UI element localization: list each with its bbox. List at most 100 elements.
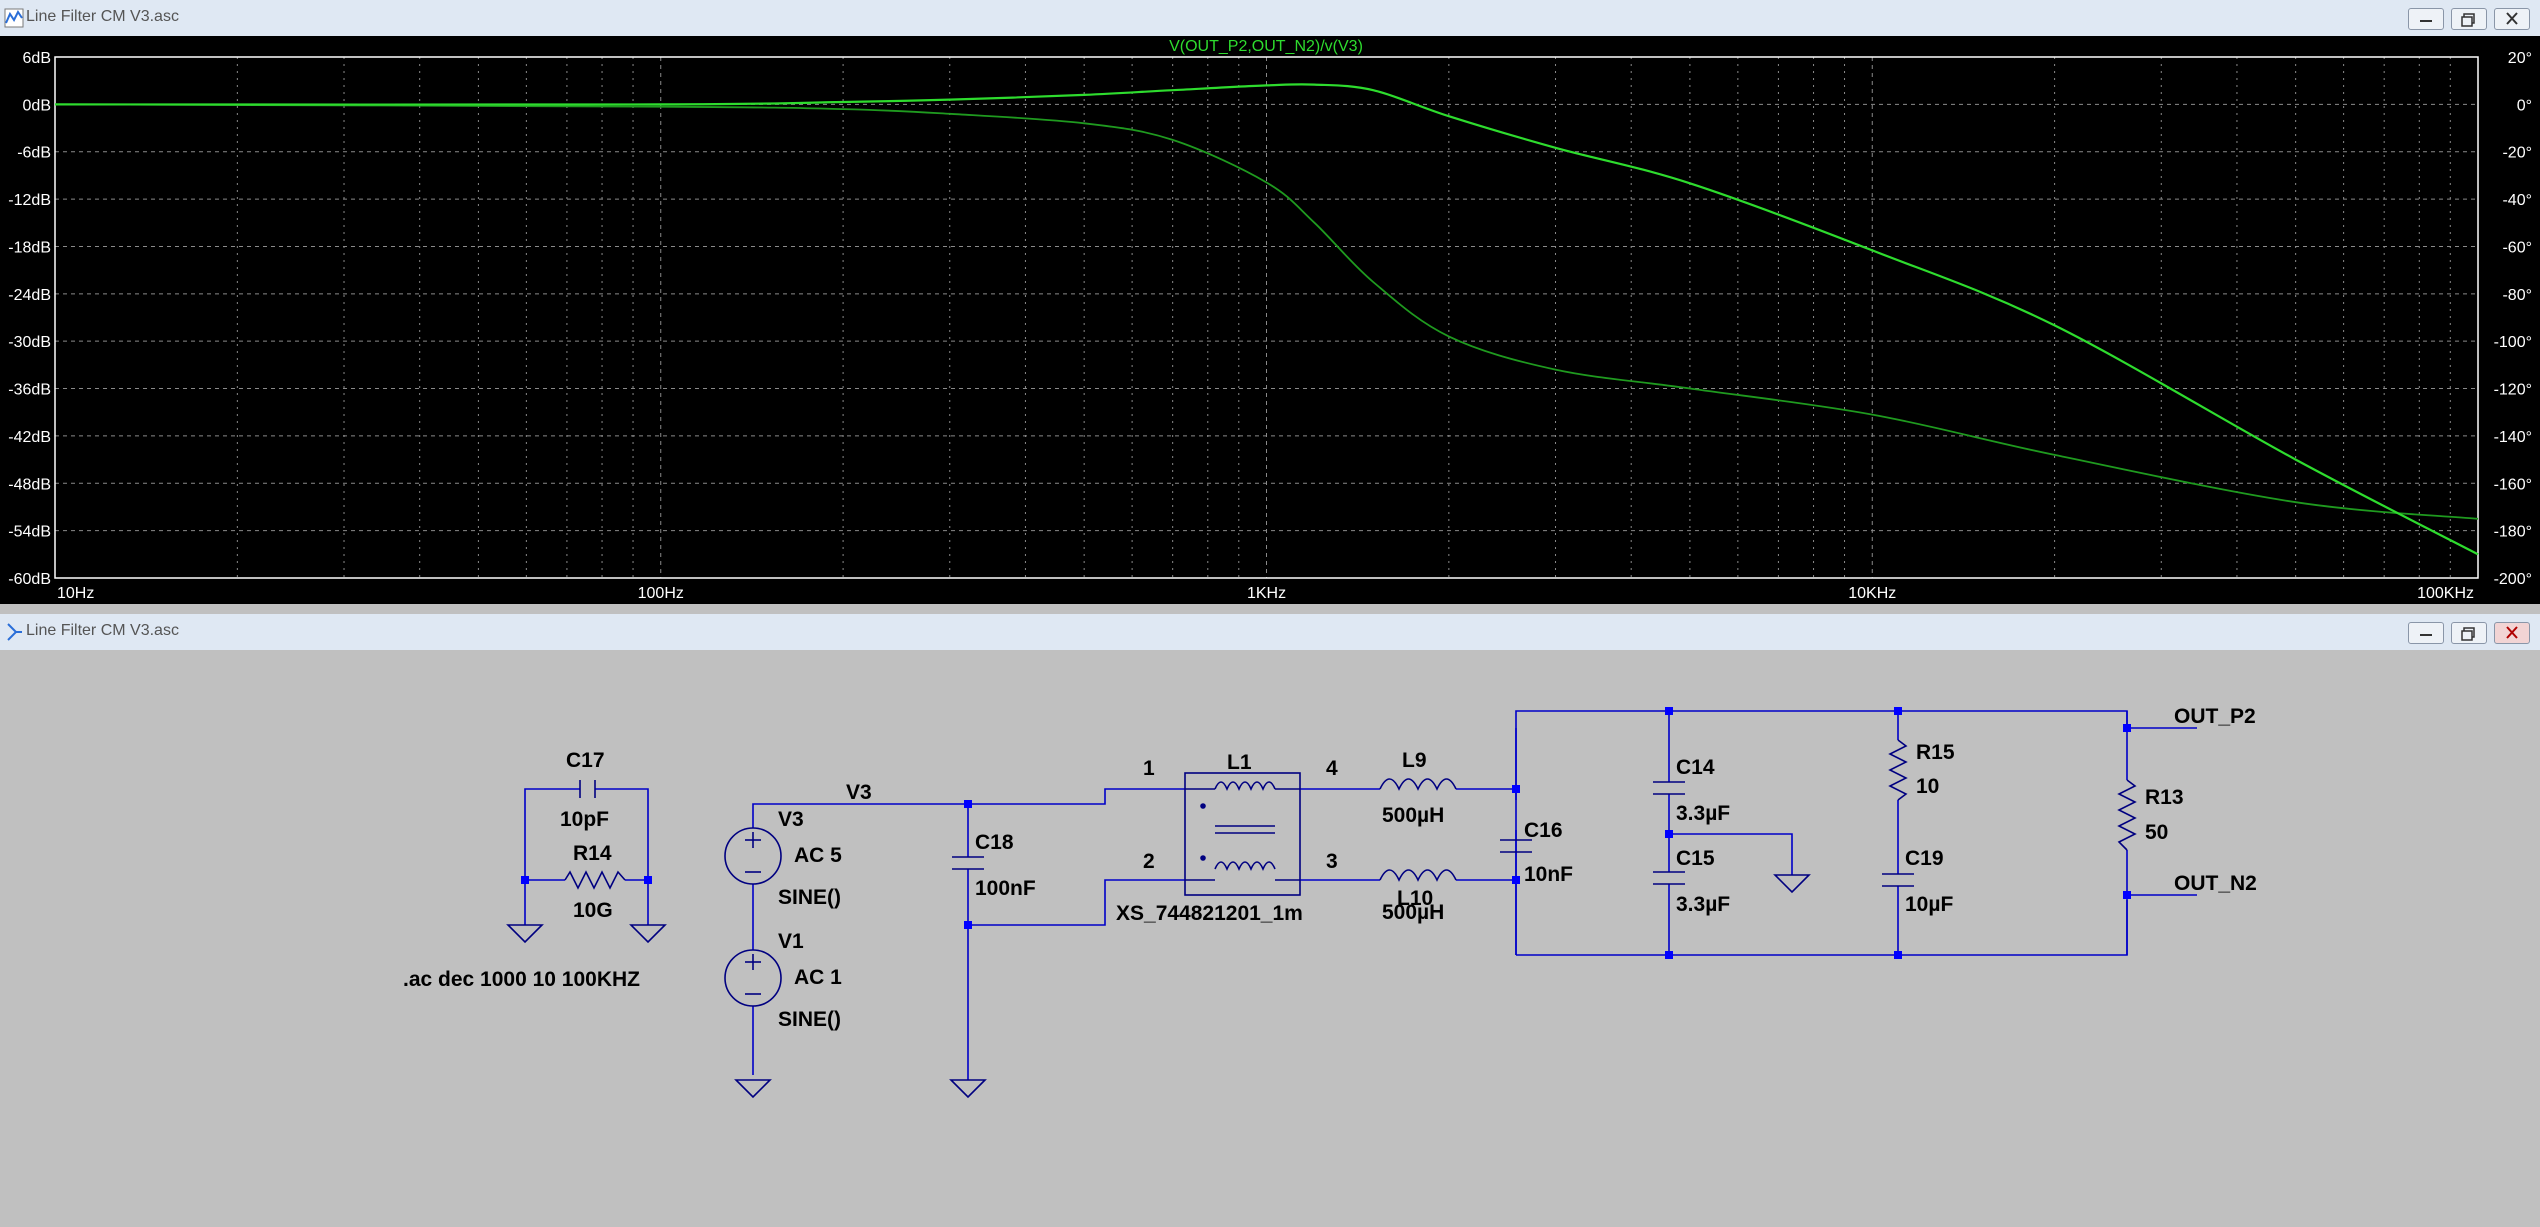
r13-label[interactable]: R13	[2145, 786, 2184, 809]
c18-value[interactable]: 100nF	[975, 877, 1036, 900]
y-left-tick-label: -36dB	[8, 382, 51, 399]
r14-label[interactable]: R14	[573, 842, 612, 865]
y-right-tick-label: -160°	[2494, 476, 2532, 493]
c15-label[interactable]: C15	[1676, 847, 1715, 870]
schematic-window: Line Filter CM V3.asc C17 10pF R14 10G .…	[0, 614, 2540, 1227]
minimize-icon	[2420, 634, 2432, 636]
c19-value[interactable]: 10µF	[1905, 893, 1953, 916]
v1-sine-value[interactable]: SINE()	[778, 1008, 841, 1031]
y-right-tick-label: -140°	[2494, 429, 2532, 446]
c16-value[interactable]: 10nF	[1524, 863, 1573, 886]
minimize-icon	[2420, 20, 2432, 22]
x-tick-label: 100KHz	[2417, 585, 2474, 602]
c14-value[interactable]: 3.3µF	[1676, 802, 1730, 825]
voltage-source-v1[interactable]	[724, 949, 782, 1007]
close-icon	[2506, 12, 2518, 25]
schematic-canvas[interactable]: C17 10pF R14 10G .ac dec 1000 10 100KHZ …	[0, 650, 2540, 1220]
y-left-tick-label: -60dB	[8, 571, 51, 588]
v3-label[interactable]: V3	[778, 808, 804, 831]
v3-ac-value[interactable]: AC 5	[794, 844, 842, 867]
resistor-r13[interactable]	[2117, 779, 2137, 851]
l9-label[interactable]: L9	[1402, 749, 1427, 772]
common-mode-choke-l1[interactable]	[1184, 772, 1301, 896]
c15-value[interactable]: 3.3µF	[1676, 893, 1730, 916]
capacitor-c15[interactable]	[1653, 871, 1685, 885]
v3-sine-value[interactable]: SINE()	[778, 886, 841, 909]
resistor-r15[interactable]	[1888, 739, 1908, 801]
x-tick-label: 10Hz	[57, 585, 94, 602]
inductor-l10[interactable]	[1379, 869, 1457, 882]
components	[506, 739, 2137, 1099]
y-left-tick-labels: 6dB 0dB -6dB -12dB -18dB -24dB -30dB -36dB -42dB…	[8, 50, 51, 588]
capacitor-c14[interactable]	[1653, 781, 1685, 795]
capacitor-c18[interactable]	[952, 856, 984, 870]
l9-value[interactable]: 500µH	[1382, 804, 1444, 827]
ac-directive[interactable]: .ac dec 1000 10 100KHZ	[403, 968, 640, 991]
c18-label[interactable]: C18	[975, 831, 1014, 854]
l1-label[interactable]: L1	[1227, 751, 1252, 774]
y-right-tick-label: -200°	[2494, 571, 2532, 588]
restore-icon	[2461, 13, 2475, 27]
plot-close-button[interactable]	[2494, 8, 2530, 30]
net-label-v3[interactable]: V3	[846, 781, 872, 804]
c14-label[interactable]: C14	[1676, 756, 1715, 779]
junctions	[521, 707, 2131, 959]
r15-label[interactable]: R15	[1916, 741, 1955, 764]
plot-grid	[55, 57, 2478, 578]
waveform-app-icon	[4, 8, 24, 28]
x-tick-label: 1KHz	[1247, 585, 1286, 602]
plot-minimize-button[interactable]	[2408, 8, 2444, 30]
resistor-r14[interactable]	[564, 870, 626, 890]
schematic-close-button[interactable]	[2494, 622, 2530, 644]
bode-plot-pane[interactable]: 10Hz 100Hz 1KHz 10KHz 100KHz 6dB 0dB -6dB -12dB…	[0, 36, 2540, 604]
y-right-tick-label: -120°	[2494, 382, 2532, 399]
c17-label[interactable]: C17	[566, 749, 605, 772]
restore-icon	[2461, 627, 2475, 641]
capacitor-c19[interactable]	[1882, 873, 1914, 887]
schematic-maximize-button[interactable]	[2451, 622, 2487, 644]
c16-label[interactable]: C16	[1524, 819, 1563, 842]
capacitor-c17[interactable]	[579, 780, 596, 798]
l1-pin-3: 3	[1326, 850, 1338, 873]
bode-plot[interactable]: 10Hz 100Hz 1KHz 10KHz 100KHz 6dB 0dB -6dB -12dB…	[0, 36, 2540, 604]
schematic-minimize-button[interactable]	[2408, 622, 2444, 644]
l1-pin-2: 2	[1143, 850, 1155, 873]
ground-symbol	[734, 1079, 772, 1099]
l1-pin-1: 1	[1143, 757, 1155, 780]
schematic-drawing[interactable]: C17 10pF R14 10G .ac dec 1000 10 100KHZ …	[0, 650, 2540, 1220]
l10-value-text[interactable]: 500µH	[1382, 901, 1444, 924]
y-left-tick-label: -30dB	[8, 334, 51, 351]
trace-label[interactable]: V(OUT_P2,OUT_N2)/v(V3)	[1169, 38, 1363, 55]
net-label-out-p2[interactable]: OUT_P2	[2174, 705, 2256, 728]
phase-trace[interactable]	[54, 103, 2479, 520]
y-left-tick-label: -48dB	[8, 476, 51, 493]
voltage-source-v3[interactable]	[724, 827, 782, 885]
ground-symbol	[629, 924, 667, 944]
plot-maximize-button[interactable]	[2451, 8, 2487, 30]
y-right-tick-label: -100°	[2494, 334, 2532, 351]
y-right-tick-label: 20°	[2508, 50, 2532, 67]
inductor-l9[interactable]	[1379, 778, 1457, 791]
plot-window-title: Line Filter CM V3.asc	[26, 8, 179, 25]
plot-window-titlebar[interactable]: Line Filter CM V3.asc	[0, 0, 2540, 37]
c19-label[interactable]: C19	[1905, 847, 1944, 870]
l1-model[interactable]: XS_744821201_1m	[1116, 902, 1303, 925]
schematic-window-titlebar[interactable]: Line Filter CM V3.asc	[0, 614, 2540, 651]
net-label-out-n2[interactable]: OUT_N2	[2174, 872, 2257, 895]
y-left-tick-label: -42dB	[8, 429, 51, 446]
x-tick-labels: 10Hz 100Hz 1KHz 10KHz 100KHz	[57, 585, 2474, 602]
r14-value[interactable]: 10G	[573, 899, 613, 922]
y-left-tick-label: -54dB	[8, 524, 51, 541]
y-left-tick-label: -18dB	[8, 239, 51, 256]
y-left-tick-label: -6dB	[17, 145, 51, 162]
c17-value[interactable]: 10pF	[560, 808, 609, 831]
v1-label[interactable]: V1	[778, 930, 804, 953]
y-right-tick-label: -20°	[2502, 145, 2532, 162]
v1-ac-value[interactable]: AC 1	[794, 966, 842, 989]
r13-value[interactable]: 50	[2145, 821, 2168, 844]
y-left-tick-label: 6dB	[23, 50, 51, 67]
ground-symbol	[506, 924, 544, 944]
r15-value[interactable]: 10	[1916, 775, 1939, 798]
l1-pin-4: 4	[1326, 757, 1338, 780]
ground-symbol	[949, 1079, 987, 1099]
